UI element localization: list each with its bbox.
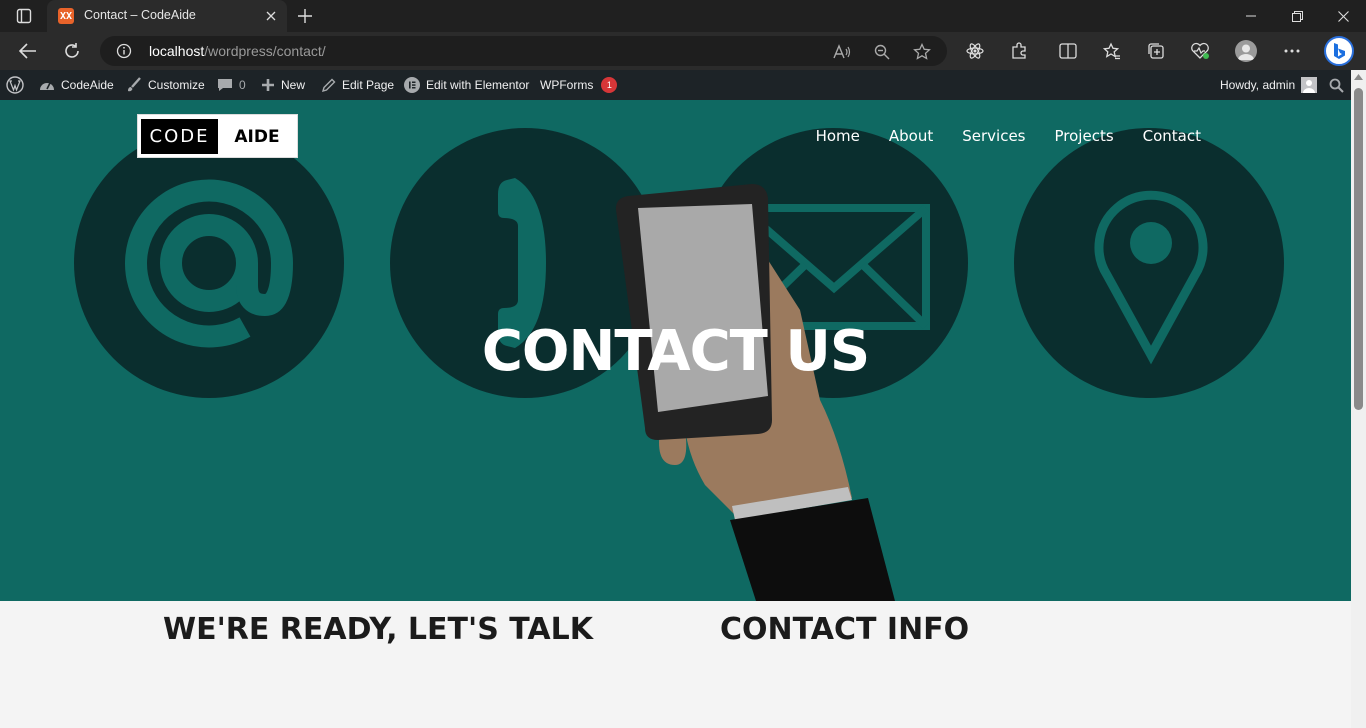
tab-actions-icon[interactable]	[10, 6, 38, 26]
wp-new[interactable]: New	[261, 70, 305, 100]
new-tab-button[interactable]	[294, 6, 316, 26]
site-logo[interactable]: CODE AIDE	[137, 114, 298, 158]
nav-about[interactable]: About	[889, 127, 933, 145]
wp-howdy[interactable]: Howdy, admin	[1220, 70, 1318, 100]
performance-icon[interactable]	[1187, 38, 1213, 64]
contact-info-heading: CONTACT INFO	[720, 612, 970, 647]
url-text[interactable]: localhost/wordpress/contact/	[149, 43, 326, 59]
nav-services[interactable]: Services	[962, 127, 1025, 145]
favorites-icon[interactable]	[1099, 38, 1125, 64]
edit-elementor-label: Edit with Elementor	[426, 78, 530, 92]
logo-aide-text: AIDE	[234, 126, 280, 147]
collections-icon[interactable]	[1143, 38, 1169, 64]
comment-bubble-icon	[217, 77, 233, 93]
howdy-label: Howdy, admin	[1220, 78, 1296, 92]
wp-site-name[interactable]: CodeAide	[39, 70, 114, 100]
user-avatar	[1301, 77, 1318, 93]
admin-search-icon[interactable]	[1329, 70, 1344, 100]
wp-wpforms[interactable]: WPForms 1	[540, 70, 618, 100]
refresh-button[interactable]	[58, 37, 86, 65]
nav-home[interactable]: Home	[816, 127, 860, 145]
wp-edit-page[interactable]: Edit Page	[321, 70, 394, 100]
close-tab-icon[interactable]	[263, 8, 279, 24]
address-bar[interactable]: localhost/wordpress/contact/	[100, 36, 947, 66]
new-label: New	[281, 78, 306, 92]
page-scrollbar[interactable]	[1351, 70, 1366, 728]
minimize-window-button[interactable]	[1228, 0, 1274, 32]
site-name-label: CodeAide	[61, 78, 114, 92]
nav-projects[interactable]: Projects	[1055, 127, 1114, 145]
tab-title: Contact – CodeAide	[84, 8, 196, 22]
site-info-icon[interactable]	[116, 43, 132, 63]
read-aloud-icon[interactable]	[833, 43, 851, 61]
profile-avatar[interactable]	[1233, 38, 1259, 64]
comments-count: 0	[239, 78, 246, 92]
restore-window-button[interactable]	[1274, 0, 1320, 32]
browser-tab-bar: XX Contact – CodeAide	[0, 0, 1366, 32]
wpforms-notification-badge: 1	[601, 77, 618, 93]
dashboard-gauge-icon	[39, 78, 55, 92]
back-button[interactable]	[14, 37, 42, 65]
paintbrush-icon	[126, 77, 142, 93]
wp-comments[interactable]: 0	[217, 70, 246, 100]
wpforms-label: WPForms	[540, 78, 594, 92]
scrollbar-thumb[interactable]	[1354, 88, 1363, 410]
elementor-icon	[404, 77, 420, 93]
extensions-icon[interactable]	[1006, 38, 1032, 64]
wp-admin-bar: CodeAide Customize 0 New Edit Page Edit …	[0, 70, 1366, 100]
ready-to-talk-heading: WE'RE READY, LET'S TALK	[163, 612, 593, 647]
hero-section: CODE AIDE Home About Services Projects C…	[0, 100, 1351, 601]
browser-toolbar: localhost/wordpress/contact/	[0, 32, 1366, 70]
close-window-button[interactable]	[1320, 0, 1366, 32]
plus-icon	[261, 78, 275, 92]
favorite-star-icon[interactable]	[913, 43, 931, 61]
wp-customize[interactable]: Customize	[126, 70, 205, 100]
pencil-icon	[321, 78, 336, 93]
logo-code-text: CODE	[141, 119, 218, 154]
browser-tab-active[interactable]: XX Contact – CodeAide	[47, 0, 287, 32]
scroll-up-arrow-icon[interactable]	[1354, 74, 1363, 80]
nav-contact[interactable]: Contact	[1143, 127, 1201, 145]
bing-copilot-icon[interactable]	[1323, 35, 1355, 67]
customize-label: Customize	[148, 78, 205, 92]
react-devtools-icon[interactable]	[962, 38, 988, 64]
hero-title: CONTACT US	[481, 319, 870, 384]
main-navigation: Home About Services Projects Contact	[816, 127, 1201, 145]
zoom-out-icon[interactable]	[873, 43, 891, 61]
wp-edit-elementor[interactable]: Edit with Elementor	[404, 70, 529, 100]
more-menu-icon[interactable]	[1279, 38, 1305, 64]
split-screen-icon[interactable]	[1055, 38, 1081, 64]
edit-page-label: Edit Page	[342, 78, 395, 92]
wordpress-logo-icon[interactable]	[6, 70, 24, 100]
xampp-favicon-icon: XX	[58, 8, 74, 24]
